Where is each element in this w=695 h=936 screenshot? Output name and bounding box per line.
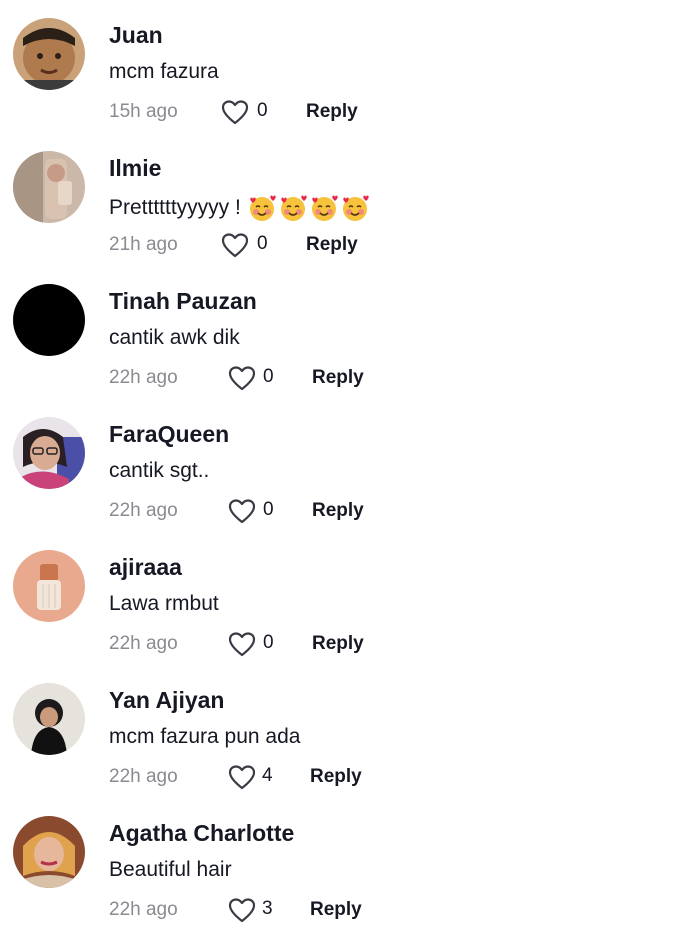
heart-outline-icon[interactable] — [228, 498, 256, 524]
smiling-face-with-hearts-icon — [342, 195, 369, 221]
comment-username[interactable]: Agatha Charlotte — [109, 820, 294, 847]
comment-time: 21h ago — [109, 234, 178, 255]
comment-meta: 21h ago 0 Reply — [109, 232, 409, 260]
reply-button[interactable]: Reply — [306, 101, 358, 123]
smiling-face-with-hearts-icon — [280, 195, 307, 221]
like-count: 0 — [263, 632, 274, 653]
comment-meta: 22h ago 3 Reply — [109, 897, 409, 925]
comment-text-content: mcm fazura — [109, 60, 219, 83]
comment-text-content: mcm fazura pun ada — [109, 725, 301, 748]
comment-time: 22h ago — [109, 500, 178, 521]
avatar[interactable] — [13, 151, 85, 223]
avatar[interactable] — [13, 284, 85, 356]
comment-text-content: cantik awk dik — [109, 326, 240, 349]
comment-item: Tinah Pauzan cantik awk dik 22h ago 0 Re… — [0, 266, 695, 399]
comment-meta: 22h ago 0 Reply — [109, 365, 409, 393]
like-count: 0 — [257, 233, 268, 254]
comment-meta: 22h ago 0 Reply — [109, 631, 409, 659]
reply-button[interactable]: Reply — [310, 766, 362, 788]
comment-time: 15h ago — [109, 101, 178, 122]
reply-button[interactable]: Reply — [310, 899, 362, 921]
comment-text-content: cantik sgt.. — [109, 459, 210, 482]
reply-button[interactable]: Reply — [312, 633, 364, 655]
comment-meta: 15h ago 0 Reply — [109, 99, 409, 127]
heart-outline-icon[interactable] — [228, 365, 256, 391]
comment-text: cantik sgt.. — [109, 459, 209, 483]
comment-item: Ilmie Prettttttyyyyy ! 21h ago 0 Reply — [0, 133, 695, 266]
comment-text: cantik awk dik — [109, 326, 240, 350]
comment-time: 22h ago — [109, 766, 178, 787]
comment-item: ajiraaa Lawa rmbut 22h ago 0 Reply — [0, 532, 695, 665]
like-count: 0 — [263, 366, 274, 387]
comment-text-content: Lawa rmbut — [109, 592, 219, 615]
comment-text: Prettttttyyyyy ! — [109, 193, 371, 223]
comment-time: 22h ago — [109, 899, 178, 920]
comment-text: Beautiful hair — [109, 858, 232, 882]
heart-outline-icon[interactable] — [221, 232, 249, 258]
comment-text: Lawa rmbut — [109, 592, 219, 616]
comment-username[interactable]: Ilmie — [109, 155, 161, 182]
smiling-face-with-hearts-icon — [249, 195, 276, 221]
reply-button[interactable]: Reply — [306, 234, 358, 256]
avatar[interactable] — [13, 816, 85, 888]
smiling-face-with-hearts-icon — [311, 195, 338, 221]
comment-text: mcm fazura — [109, 60, 219, 84]
comment-meta: 22h ago 0 Reply — [109, 498, 409, 526]
comment-item: Juan mcm fazura 15h ago 0 Reply — [0, 0, 695, 133]
comment-time: 22h ago — [109, 633, 178, 654]
comment-item: Yan Ajiyan mcm fazura pun ada 22h ago 4 … — [0, 665, 695, 798]
heart-outline-icon[interactable] — [228, 764, 256, 790]
comment-time: 22h ago — [109, 367, 178, 388]
comment-username[interactable]: ajiraaa — [109, 554, 182, 581]
avatar[interactable] — [13, 550, 85, 622]
like-count: 4 — [262, 765, 273, 786]
like-count: 0 — [257, 100, 268, 121]
comment-username[interactable]: Yan Ajiyan — [109, 687, 224, 714]
like-count: 0 — [263, 499, 274, 520]
emoji-group — [247, 193, 371, 223]
heart-outline-icon[interactable] — [228, 631, 256, 657]
avatar[interactable] — [13, 417, 85, 489]
comment-meta: 22h ago 4 Reply — [109, 764, 409, 792]
comment-text-content: Prettttttyyyyy ! — [109, 196, 241, 219]
comment-item: FaraQueen cantik sgt.. 22h ago 0 Reply — [0, 399, 695, 532]
reply-button[interactable]: Reply — [312, 500, 364, 522]
reply-button[interactable]: Reply — [312, 367, 364, 389]
comment-username[interactable]: Juan — [109, 22, 163, 49]
like-count: 3 — [262, 898, 273, 919]
heart-outline-icon[interactable] — [221, 99, 249, 125]
heart-outline-icon[interactable] — [228, 897, 256, 923]
comment-item: Agatha Charlotte Beautiful hair 22h ago … — [0, 798, 695, 931]
comment-username[interactable]: Tinah Pauzan — [109, 288, 257, 315]
comment-text: mcm fazura pun ada — [109, 725, 300, 749]
comment-username[interactable]: FaraQueen — [109, 421, 229, 448]
comment-text-content: Beautiful hair — [109, 858, 232, 881]
avatar[interactable] — [13, 18, 85, 90]
avatar[interactable] — [13, 683, 85, 755]
